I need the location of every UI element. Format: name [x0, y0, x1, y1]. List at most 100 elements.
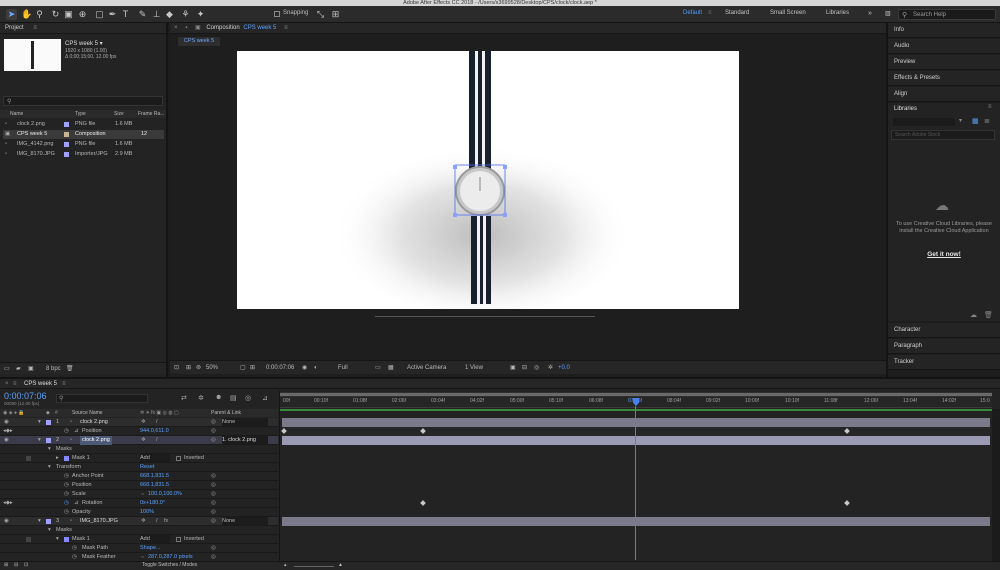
- label-color-swatch[interactable]: [64, 152, 69, 157]
- get-it-now-link[interactable]: Get it now!: [894, 251, 994, 258]
- transform-handle[interactable]: [503, 213, 507, 217]
- library-select[interactable]: [893, 118, 955, 126]
- stopwatch-icon[interactable]: ◷: [64, 499, 69, 508]
- project-item[interactable]: ▫ IMG_4142.png PNG file 1.6 MB: [3, 140, 164, 149]
- close-icon[interactable]: ×: [5, 379, 9, 389]
- rectangle-tool-icon[interactable]: ▢: [94, 9, 105, 20]
- chevron-down-icon[interactable]: ▾: [959, 117, 962, 124]
- pickwhip-icon[interactable]: ◎: [211, 472, 216, 481]
- views-select[interactable]: 1 View: [465, 361, 483, 375]
- mask-icon[interactable]: ▢: [240, 361, 246, 375]
- parent-pickwhip-icon[interactable]: ◎: [211, 517, 216, 526]
- timeline-current-time[interactable]: 0:00:07:06: [4, 391, 47, 401]
- lock-icon[interactable]: ▪: [185, 25, 187, 31]
- bpc-label[interactable]: 8 bpc: [46, 363, 61, 375]
- timeline-vertical-scrollbar[interactable]: [992, 409, 1000, 561]
- exposure-value[interactable]: +0.0: [558, 361, 570, 375]
- quality-switch-icon[interactable]: /: [156, 436, 158, 445]
- parent-select[interactable]: None: [222, 418, 268, 426]
- expand-in-out-icon[interactable]: ⊡: [24, 561, 28, 570]
- workspace-libraries[interactable]: Libraries: [826, 10, 849, 16]
- layer-duration-bar[interactable]: [282, 517, 990, 526]
- stopwatch-icon[interactable]: ◷: [72, 544, 77, 553]
- pickwhip-icon[interactable]: ◎: [211, 481, 216, 490]
- constrain-link-icon[interactable]: ⇔: [140, 490, 146, 499]
- layer-row[interactable]: ◉ ▾ 3 ▫ IMG_8170.JPG ✲ / fx ◎ None: [0, 517, 278, 526]
- quality-switch-icon[interactable]: /: [156, 517, 158, 526]
- project-item[interactable]: ▫ clock 2.png PNG file 1.6 MB: [3, 120, 164, 129]
- label-color-swatch[interactable]: [64, 122, 69, 127]
- interpret-footage-icon[interactable]: ▭: [4, 363, 10, 375]
- zoom-tool-icon[interactable]: ⚲: [34, 9, 45, 20]
- fx-switch-icon[interactable]: fx: [164, 517, 168, 526]
- shy-icon[interactable]: ☻: [215, 394, 222, 401]
- zoom-slider[interactable]: [294, 566, 334, 567]
- transform-handle[interactable]: [453, 165, 457, 169]
- exposure-reset-icon[interactable]: ✲: [548, 361, 553, 375]
- property-row[interactable]: ◷ Opacity 100% ◎: [0, 508, 278, 517]
- keyframe-nav-icon[interactable]: ◂◆▸: [3, 499, 13, 508]
- panel-menu-icon[interactable]: ≡: [988, 104, 992, 110]
- layer-row[interactable]: ◉ ▾ 1 ▫ clock 2.png ✲ / ◎ None: [0, 418, 278, 427]
- comp-name-label[interactable]: CPS week 5 ▾: [65, 40, 103, 47]
- selection-tool-icon[interactable]: ➤: [6, 9, 17, 20]
- trash-icon[interactable]: 🗑: [984, 311, 993, 319]
- property-value[interactable]: Shape...: [140, 544, 161, 553]
- motion-blur-icon[interactable]: ◎: [534, 361, 539, 375]
- chevron-down-icon[interactable]: ▾: [48, 526, 51, 535]
- collapse-switch-icon[interactable]: ✲: [141, 517, 146, 526]
- close-icon[interactable]: ×: [174, 25, 178, 31]
- timeline-search-input[interactable]: ⚲: [56, 394, 148, 403]
- inverted-checkbox[interactable]: [176, 537, 181, 542]
- flowchart-icon[interactable]: ⊟: [522, 361, 527, 375]
- parent-select[interactable]: None: [222, 517, 268, 525]
- align-panel-tab[interactable]: Align: [888, 87, 1000, 102]
- eye-icon[interactable]: ◉: [4, 418, 9, 427]
- chevron-down-icon[interactable]: ▾: [48, 463, 51, 472]
- stock-search-input[interactable]: Search Adobe Stock: [891, 130, 995, 140]
- layer-duration-bar[interactable]: [282, 418, 990, 427]
- panel-menu-icon[interactable]: ≡: [62, 379, 66, 389]
- pickwhip-icon[interactable]: ◎: [211, 499, 216, 508]
- eraser-tool-icon[interactable]: ◆: [164, 9, 175, 20]
- timeline-tab[interactable]: CPS week 5: [24, 379, 57, 389]
- roi-icon[interactable]: ▭: [375, 361, 381, 375]
- puppet-tool-icon[interactable]: ✦: [195, 9, 206, 20]
- pan-behind-tool-icon[interactable]: ⊕: [77, 9, 88, 20]
- collapse-switch-icon[interactable]: ✲: [141, 418, 146, 427]
- pickwhip-icon[interactable]: ◎: [211, 427, 216, 436]
- label-color-swatch[interactable]: [46, 438, 51, 443]
- paragraph-panel-tab[interactable]: Paragraph: [888, 339, 1000, 354]
- property-value[interactable]: 944.0,611.0: [140, 427, 169, 436]
- hand-tool-icon[interactable]: ✋: [21, 9, 32, 20]
- transform-handle[interactable]: [503, 165, 507, 169]
- label-color-swatch[interactable]: [64, 132, 69, 137]
- view-options-icon[interactable]: ⊚: [196, 361, 201, 375]
- property-value[interactable]: 0x+180.0°: [140, 499, 165, 508]
- mask-lock-box[interactable]: [26, 537, 31, 542]
- parent-pickwhip-icon[interactable]: ◎: [211, 436, 216, 445]
- audio-panel-tab[interactable]: Audio: [888, 39, 1000, 54]
- stopwatch-icon[interactable]: ◷: [64, 472, 69, 481]
- mask-row[interactable]: ▸ Mask 1 Add Inverted: [0, 454, 278, 463]
- character-panel-tab[interactable]: Character: [888, 323, 1000, 338]
- mask-name[interactable]: Mask 1: [72, 535, 90, 544]
- project-item[interactable]: ▫ IMG_8170.JPG Importer/JPG 2.9 MB: [3, 150, 164, 159]
- property-row[interactable]: ◷ Position 668.1,831.5 ◎: [0, 481, 278, 490]
- snapping-checkbox[interactable]: [274, 11, 280, 17]
- preview-panel-tab[interactable]: Preview: [888, 55, 1000, 70]
- snapping-options-icon[interactable]: ⤡: [315, 9, 326, 20]
- keyframe-nav-icon[interactable]: ◂◆▸: [3, 427, 13, 436]
- chevron-down-icon[interactable]: ▾: [38, 436, 41, 445]
- grid-view-icon[interactable]: ▦: [972, 117, 979, 125]
- property-row[interactable]: ◷ Mask Path Shape... ◎: [0, 544, 278, 553]
- new-comp-icon[interactable]: ▣: [28, 363, 34, 375]
- trash-icon[interactable]: 🗑: [66, 363, 74, 375]
- expand-layer-switches-icon[interactable]: ⊞: [4, 561, 8, 570]
- mask-color-swatch[interactable]: [64, 537, 69, 542]
- group-row[interactable]: ▾ Masks: [0, 526, 278, 535]
- snapshot-icon[interactable]: ◉: [302, 361, 307, 375]
- property-row[interactable]: ◷ Scale ⇔ 100.0,100.0% ◎: [0, 490, 278, 499]
- sync-icon[interactable]: ☁: [970, 311, 977, 319]
- grid-icon[interactable]: ⊞: [250, 361, 255, 375]
